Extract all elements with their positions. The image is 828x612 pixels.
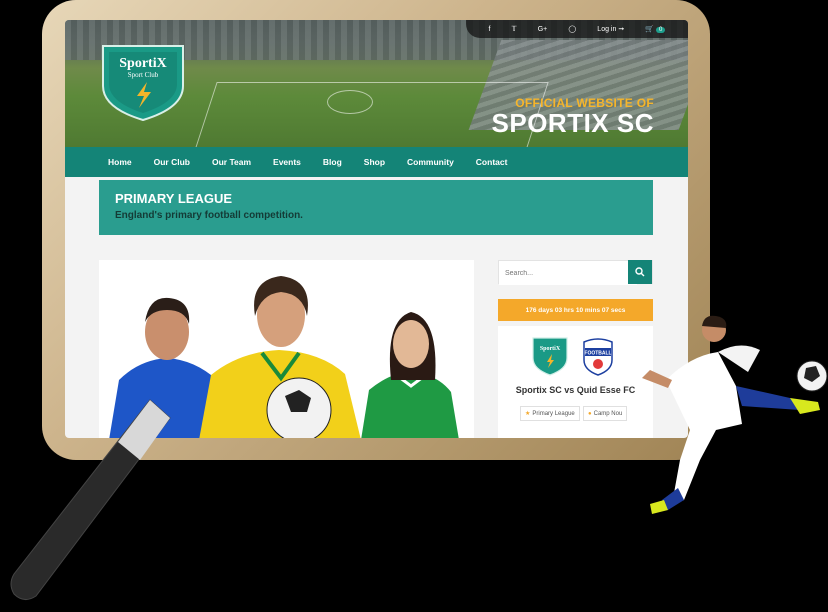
league-tag-label: Primary League <box>532 410 575 417</box>
next-match-card[interactable]: SportiX FOOTBALL Sportix SC vs Quid Esse… <box>498 326 653 438</box>
home-team-logo-text: SportiX <box>540 346 561 352</box>
nav-item-shop[interactable]: Shop <box>364 157 385 167</box>
nav-item-events[interactable]: Events <box>273 157 301 167</box>
search-box <box>498 260 653 285</box>
login-link[interactable]: Log in ➞ <box>597 25 624 33</box>
nav-item-blog[interactable]: Blog <box>323 157 342 167</box>
away-team-logo: FOOTBALL <box>583 338 613 376</box>
facebook-icon[interactable]: f <box>489 26 491 33</box>
hero-site-name: SPORTIX SC <box>491 108 654 138</box>
nav-item-contact[interactable]: Contact <box>476 157 508 167</box>
page-title: PRIMARY LEAGUE <box>115 191 233 206</box>
location-icon: ● <box>588 410 592 417</box>
twitter-icon[interactable]: 𝕋 <box>512 25 517 33</box>
team-photo <box>99 260 474 438</box>
page-banner: PRIMARY LEAGUE England's primary footbal… <box>99 180 653 235</box>
league-tag[interactable]: ★ Primary League <box>520 406 580 421</box>
page-subtitle: England's primary football competition. <box>115 210 303 221</box>
club-logo[interactable]: SportiX Sport Club <box>99 42 187 122</box>
search-button[interactable] <box>628 260 652 284</box>
venue-tag[interactable]: ● Camp Nou <box>583 406 628 421</box>
away-team-logo-text: FOOTBALL <box>584 351 611 357</box>
trophy-icon: ★ <box>525 411 531 417</box>
nav-item-home[interactable]: Home <box>108 157 132 167</box>
venue-tag-label: Camp Nou <box>593 410 623 417</box>
google-plus-icon[interactable]: G+ <box>538 26 548 33</box>
match-title[interactable]: Sportix SC vs Quid Esse FC <box>498 385 653 395</box>
main-nav: Home Our Club Our Team Events Blog Shop … <box>65 147 688 177</box>
logo-text-main: SportiX <box>119 56 166 71</box>
logo-text-sub: Sport Club <box>128 71 159 79</box>
cart-count-badge: 0 <box>656 27 666 33</box>
instagram-icon[interactable]: ◯ <box>568 25 576 33</box>
search-input[interactable] <box>499 261 637 285</box>
hero-header: f 𝕋 G+ ◯ Log in ➞ 🛒 0 SportiX Sport Club … <box>65 20 688 147</box>
cart-button[interactable]: 🛒 0 <box>645 25 666 33</box>
website-screen: f 𝕋 G+ ◯ Log in ➞ 🛒 0 SportiX Sport Club … <box>65 20 688 438</box>
nav-item-our-club[interactable]: Our Club <box>154 157 190 167</box>
search-icon <box>635 267 645 277</box>
center-circle <box>327 90 373 114</box>
home-team-logo: SportiX <box>532 337 568 376</box>
match-countdown: 176 days 03 hrs 10 mins 07 secs <box>498 299 653 321</box>
login-label: Log in <box>597 26 617 33</box>
nav-item-our-team[interactable]: Our Team <box>212 157 251 167</box>
nav-item-community[interactable]: Community <box>407 157 454 167</box>
top-bar: f 𝕋 G+ ◯ Log in ➞ 🛒 0 <box>466 20 688 38</box>
